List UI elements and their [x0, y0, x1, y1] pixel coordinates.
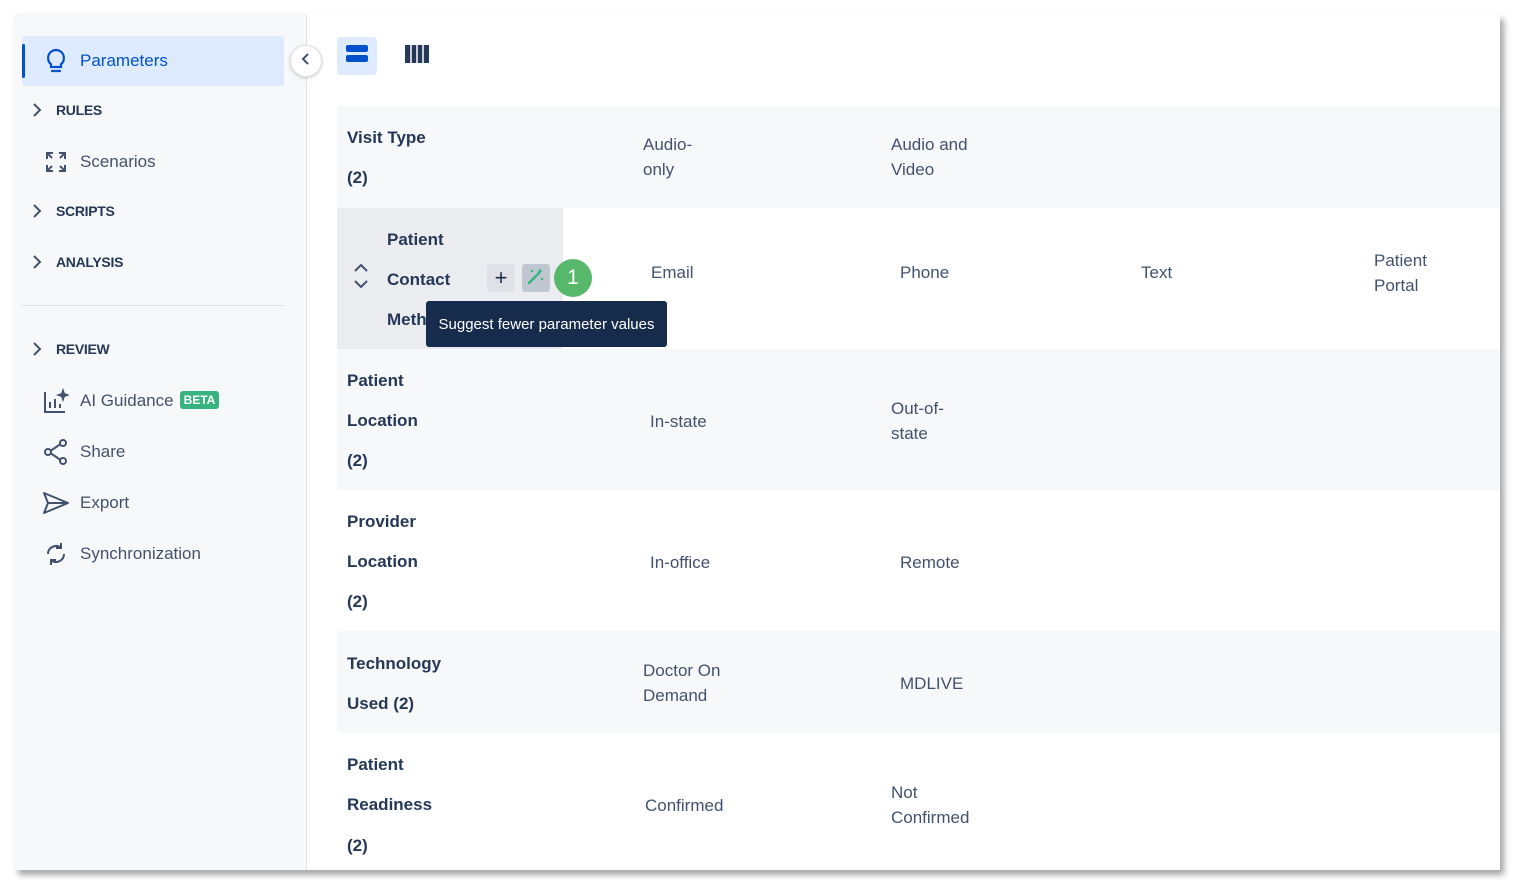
parameter-value[interactable]: Not Confirmed: [891, 780, 969, 830]
parameter-count: (2): [347, 168, 368, 187]
parameter-value[interactable]: In-office: [650, 550, 710, 575]
chevron-right-icon: [30, 204, 44, 218]
parameter-name: Contact: [387, 270, 451, 289]
parameter-count: (2): [347, 592, 368, 611]
parameter-row[interactable]: Visit Type (2) Audio- only Audio and Vid…: [337, 106, 1500, 208]
parameter-value[interactable]: Doctor On Demand: [643, 658, 720, 708]
app-window: Parameters RULES Scenarios SCRIPTS ANALY…: [14, 14, 1500, 870]
parameter-value[interactable]: MDLIVE: [900, 671, 963, 696]
suggest-values-button[interactable]: [522, 264, 550, 292]
parameter-value[interactable]: Audio- only: [643, 132, 692, 182]
sidebar-item-ai-guidance[interactable]: AI Guidance BETA: [22, 376, 284, 426]
parameter-count: (2): [347, 836, 368, 855]
sidebar-item-label-wrap: AI Guidance BETA: [80, 391, 220, 411]
tooltip: Suggest fewer parameter values: [426, 301, 667, 347]
parameter-row[interactable]: Patient Location (2) In-state Out-of- st…: [337, 349, 1500, 490]
add-value-button[interactable]: +: [487, 264, 515, 292]
parameter-name: Location: [347, 552, 418, 571]
sidebar-item-scenarios[interactable]: Scenarios: [22, 137, 284, 187]
section-label: SCRIPTS: [56, 203, 115, 219]
sidebar-divider: [21, 305, 284, 306]
sidebar: Parameters RULES Scenarios SCRIPTS ANALY…: [14, 14, 307, 870]
sidebar-item-label: AI Guidance: [80, 391, 174, 410]
sidebar-item-label: Synchronization: [80, 544, 201, 563]
sidebar-item-share[interactable]: Share: [22, 427, 284, 477]
parameter-count: (2): [347, 451, 368, 470]
drag-handle-icon[interactable]: [353, 263, 369, 294]
parameter-name: Patient: [347, 371, 404, 390]
parameter-value[interactable]: Confirmed: [645, 793, 723, 818]
parameter-name: Visit Type: [347, 128, 426, 147]
section-scripts[interactable]: SCRIPTS: [22, 196, 284, 226]
parameter-value[interactable]: Audio and Video: [891, 132, 968, 182]
lightbulb-icon: [42, 47, 70, 75]
beta-badge: BETA: [179, 391, 220, 409]
magic-wand-icon: [527, 267, 545, 290]
share-icon: [42, 438, 70, 466]
parameter-name: Patient: [387, 230, 444, 249]
parameter-name: Meth: [387, 310, 427, 329]
ai-chart-icon: [42, 387, 70, 415]
section-label: ANALYSIS: [56, 254, 124, 270]
chevron-right-icon: [30, 103, 44, 117]
step-badge: 1: [554, 259, 592, 297]
chevron-right-icon: [30, 255, 44, 269]
rows-view-button[interactable]: [337, 37, 377, 75]
columns-view-icon: [405, 44, 429, 68]
parameter-value[interactable]: Text: [1141, 260, 1172, 285]
parameter-name: Location: [347, 411, 418, 430]
parameter-value[interactable]: Email: [651, 260, 694, 285]
parameter-name: Technology: [347, 654, 442, 673]
chevron-right-icon: [30, 342, 44, 356]
sidebar-item-label: Export: [80, 493, 130, 512]
sidebar-item-synchronization[interactable]: Synchronization: [22, 529, 284, 579]
parameter-row[interactable]: Patient Readiness (2) Confirmed Not Conf…: [337, 733, 1500, 870]
parameter-name: Provider: [347, 512, 416, 531]
section-rules[interactable]: RULES: [22, 95, 284, 125]
section-label: RULES: [56, 102, 102, 118]
section-review[interactable]: REVIEW: [22, 334, 284, 364]
columns-view-button[interactable]: [397, 37, 437, 75]
chevron-left-icon: [301, 52, 311, 71]
parameter-value[interactable]: Phone: [900, 260, 949, 285]
rows-view-icon: [346, 44, 368, 68]
parameter-name: Patient: [347, 755, 404, 774]
parameter-value[interactable]: In-state: [650, 409, 707, 434]
sync-icon: [42, 540, 70, 568]
parameter-name: Readiness: [347, 795, 433, 814]
sidebar-item-label: Scenarios: [80, 152, 156, 171]
sidebar-item-label: Parameters: [80, 51, 168, 70]
parameter-value[interactable]: Out-of- state: [891, 396, 944, 446]
section-analysis[interactable]: ANALYSIS: [22, 247, 284, 277]
expand-arrows-icon: [42, 148, 70, 176]
parameter-row[interactable]: Provider Location (2) In-office Remote: [337, 490, 1500, 631]
section-label: REVIEW: [56, 341, 110, 357]
collapse-sidebar-button[interactable]: [290, 45, 322, 77]
parameter-value[interactable]: Patient Portal: [1374, 248, 1427, 298]
sidebar-item-parameters[interactable]: Parameters: [22, 36, 284, 86]
sidebar-item-export[interactable]: Export: [22, 478, 284, 528]
parameter-name: Used (2): [347, 694, 415, 713]
parameter-value[interactable]: Remote: [900, 550, 960, 575]
sidebar-item-label: Share: [80, 442, 126, 461]
send-icon: [42, 489, 70, 517]
parameter-row[interactable]: Technology Used (2) Doctor On Demand MDL…: [337, 631, 1500, 733]
